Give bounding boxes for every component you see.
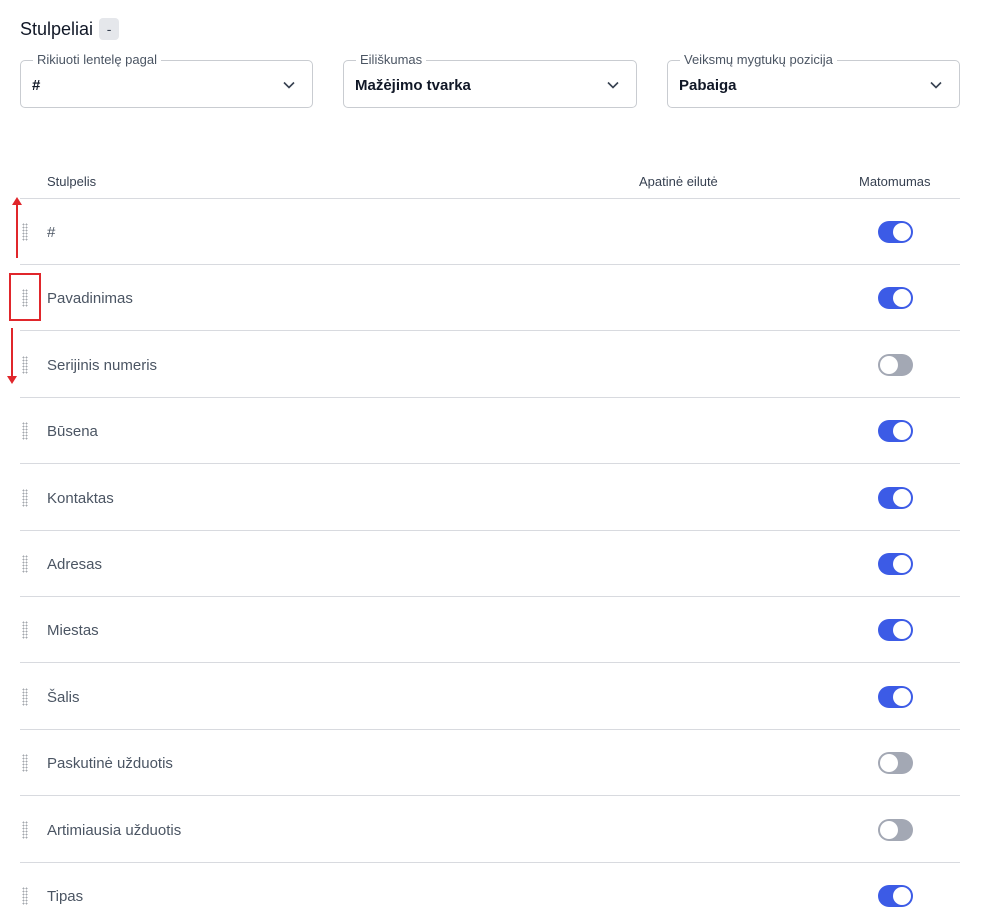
table-row: Būsena — [20, 398, 960, 464]
visibility-toggle[interactable] — [878, 686, 913, 708]
toggle-knob — [893, 422, 911, 440]
toggle-knob — [893, 555, 911, 573]
drag-handle-icon[interactable] — [22, 555, 28, 573]
table-row: Kontaktas — [20, 465, 960, 531]
table-row: Miestas — [20, 597, 960, 663]
visibility-toggle[interactable] — [878, 553, 913, 575]
drag-handle-icon[interactable] — [22, 422, 28, 440]
toggle-knob — [880, 821, 898, 839]
drag-handle-icon[interactable] — [22, 621, 28, 639]
visibility-toggle[interactable] — [878, 619, 913, 641]
drag-handle-icon[interactable] — [22, 821, 28, 839]
row-name: Adresas — [47, 556, 103, 573]
action-buttons-position-label: Veiksmų mygtukų pozicija — [680, 53, 837, 67]
table-row: Pavadinimas — [20, 265, 960, 331]
drag-handle-icon[interactable] — [22, 489, 28, 507]
visibility-toggle[interactable] — [878, 819, 913, 841]
row-name: # — [47, 224, 56, 241]
table-row: Adresas — [20, 531, 960, 597]
table-row: Artimiausia užduotis — [20, 797, 960, 863]
row-name: Kontaktas — [47, 490, 114, 507]
row-name: Būsena — [47, 423, 98, 440]
visibility-toggle[interactable] — [878, 487, 913, 509]
drag-handle-icon[interactable] — [22, 688, 28, 706]
table-row: Serijinis numeris — [20, 332, 960, 398]
toggle-knob — [893, 289, 911, 307]
sort-by-label: Rikiuoti lentelę pagal — [33, 53, 161, 67]
row-name: Šalis — [47, 689, 80, 706]
order-select[interactable]: Eiliškumas Mažėjimo tvarka — [343, 53, 637, 108]
table-header: Stulpelis Apatinė eilutė Matomumas — [20, 172, 960, 199]
row-name: Miestas — [47, 622, 99, 639]
toggle-knob — [893, 223, 911, 241]
toggle-knob — [893, 688, 911, 706]
arrow-up-icon — [12, 197, 22, 258]
action-buttons-position-value: Pabaiga — [679, 77, 737, 94]
column-header-bottom-row: Apatinė eilutė — [639, 174, 718, 189]
table-row: Paskutinė užduotis — [20, 730, 960, 796]
row-name: Paskutinė užduotis — [47, 755, 173, 772]
toggle-knob — [893, 887, 911, 905]
drag-handle-icon[interactable] — [22, 887, 28, 905]
toggle-knob — [893, 489, 911, 507]
row-name: Pavadinimas — [47, 290, 133, 307]
row-name: Serijinis numeris — [47, 357, 158, 374]
visibility-toggle[interactable] — [878, 287, 913, 309]
visibility-toggle[interactable] — [878, 221, 913, 243]
table-row: # — [20, 199, 960, 265]
chevron-down-icon — [283, 81, 295, 89]
sort-by-select[interactable]: Rikiuoti lentelę pagal # — [20, 53, 313, 108]
sort-by-value: # — [32, 77, 41, 94]
page-title: Stulpeliai — [20, 18, 94, 39]
toggle-knob — [880, 754, 898, 772]
page-header: Stulpeliai - — [20, 18, 120, 40]
row-name: Artimiausia užduotis — [47, 822, 182, 839]
action-buttons-position-select[interactable]: Veiksmų mygtukų pozicija Pabaiga — [667, 53, 960, 108]
column-header-visibility: Matomumas — [859, 174, 931, 189]
toggle-knob — [880, 356, 898, 374]
order-label: Eiliškumas — [356, 53, 427, 67]
order-value: Mažėjimo tvarka — [355, 77, 471, 94]
row-name: Tipas — [47, 888, 84, 905]
toggle-knob — [893, 621, 911, 639]
visibility-toggle[interactable] — [878, 752, 913, 774]
table-row: Šalis — [20, 664, 960, 730]
visibility-toggle[interactable] — [878, 885, 913, 907]
chevron-down-icon — [607, 81, 619, 89]
visibility-toggle[interactable] — [878, 420, 913, 442]
chevron-down-icon — [930, 81, 942, 89]
drag-handle-icon[interactable] — [22, 356, 28, 374]
table-row: Tipas — [20, 863, 960, 919]
drag-handle-highlight — [9, 273, 41, 321]
visibility-toggle[interactable] — [878, 354, 913, 376]
drag-handle-icon[interactable] — [22, 754, 28, 772]
arrow-down-icon — [7, 328, 17, 384]
column-header-name: Stulpelis — [47, 174, 97, 189]
collapse-badge[interactable]: - — [99, 18, 120, 40]
